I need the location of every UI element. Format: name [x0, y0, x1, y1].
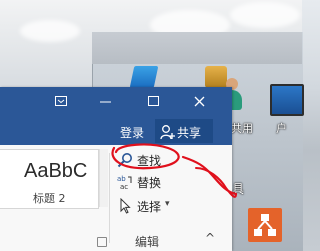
computer-icon[interactable] [270, 84, 304, 116]
minimize-icon[interactable] [90, 90, 122, 114]
word-window: 登录 共享 AaBbC 标题 2 查找 ab ac 替换 选择 ▾ 编辑 ^ [0, 87, 232, 251]
style-sample-text: AaBbC [24, 160, 88, 182]
style-name: 标题 2 [33, 192, 66, 205]
sign-in-link[interactable]: 登录 [120, 124, 144, 141]
editing-group-label: 编辑 [135, 235, 160, 249]
ribbon: AaBbC 标题 2 查找 ab ac 替换 选择 ▾ 编辑 ^ [0, 145, 232, 251]
group-divider [109, 153, 110, 243]
select-label: 选择 [137, 200, 162, 214]
cloud [230, 2, 300, 28]
maximize-icon[interactable] [138, 90, 170, 114]
search-icon [117, 153, 132, 168]
styles-dialog-launcher-icon[interactable] [97, 237, 107, 247]
desktop-app-icon[interactable] [129, 66, 159, 88]
replace-icon: ab ac [117, 175, 132, 190]
cloud [20, 20, 80, 42]
desktop-label-public-2[interactable]: 户 [276, 120, 287, 136]
svg-text:ab: ab [117, 175, 126, 183]
svg-text:ac: ac [120, 183, 128, 190]
title-bar [0, 87, 232, 117]
close-icon[interactable] [184, 90, 216, 114]
account-bar: 登录 共享 [0, 117, 232, 145]
cursor-icon [120, 198, 131, 214]
styles-gallery-scroll[interactable] [99, 149, 108, 207]
collapse-ribbon-icon[interactable]: ^ [205, 231, 215, 245]
dropdown-arrow-icon: ▾ [165, 199, 170, 209]
background-window-titlebar [92, 32, 302, 64]
find-label: 查找 [137, 154, 162, 168]
person-add-icon [160, 125, 175, 140]
desktop-label-partial-2[interactable]: 具 [232, 180, 244, 197]
desktop-network-app-icon[interactable] [248, 208, 282, 242]
ribbon-display-options-icon[interactable] [45, 90, 77, 114]
replace-label: 替换 [137, 176, 162, 190]
share-button[interactable]: 共享 [155, 119, 213, 143]
share-label: 共享 [177, 126, 202, 140]
styles-gallery[interactable]: AaBbC 标题 2 [0, 149, 99, 209]
